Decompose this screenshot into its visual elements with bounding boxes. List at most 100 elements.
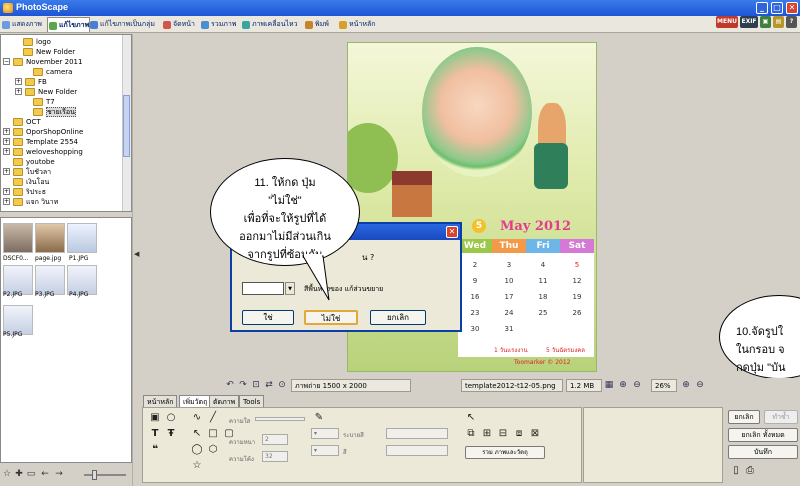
flip-icon[interactable]: ⇄ <box>264 380 274 390</box>
star-shape-icon[interactable]: ☆ <box>191 460 203 472</box>
save-button[interactable]: บันทึก <box>728 445 798 459</box>
balloon-icon[interactable]: ○ <box>165 412 177 424</box>
layout-icon[interactable]: ▣ <box>760 16 771 28</box>
app-icon <box>3 3 13 13</box>
folder-icon <box>13 188 23 196</box>
tab-viewer[interactable]: แสดงภาพ <box>1 17 42 32</box>
border-color-dropdown[interactable]: ▾ <box>311 428 339 439</box>
rectangle-icon[interactable]: □ <box>207 428 219 440</box>
cancel-button[interactable]: ยกเลิก <box>370 310 426 325</box>
calendar-note: 5 วันฉัตรมงคล <box>546 347 585 354</box>
circle-icon[interactable]: ◯ <box>191 444 203 456</box>
help-icon[interactable]: ? <box>786 16 797 28</box>
fill-style-dropdown[interactable] <box>386 445 448 456</box>
tab-bottom-tools[interactable]: Tools <box>239 395 265 407</box>
bring-front-icon[interactable]: ⊞ <box>481 428 493 440</box>
color-dropdown-icon[interactable]: ▼ <box>285 282 295 295</box>
thumbnail[interactable] <box>35 223 65 253</box>
maximize-button[interactable]: □ <box>771 2 783 14</box>
new-file-icon[interactable]: ▯ <box>730 465 742 477</box>
tab-bottom-home[interactable]: หน้าหลัก <box>143 395 178 407</box>
merge-objects-button[interactable]: รวม ภาพและวัตถุ <box>465 446 545 459</box>
copy-object-icon[interactable]: ⧈ <box>513 428 525 440</box>
forward-arrow-icon[interactable]: → <box>54 469 64 479</box>
expander-icon[interactable]: + <box>15 78 22 85</box>
minimize-button[interactable]: _ <box>756 2 768 14</box>
photo-icon[interactable]: ▣ <box>149 412 161 424</box>
back-arrow-icon[interactable]: ← <box>40 469 50 479</box>
redo-button[interactable]: ทำซ้ำ <box>764 410 798 424</box>
line-icon[interactable]: ╱ <box>207 412 219 424</box>
lasso-icon[interactable]: ∿ <box>191 412 203 424</box>
thumbnail-size-slider[interactable] <box>84 474 126 476</box>
tab-bottom-object[interactable]: เพิ่มวัตถุ <box>179 395 212 407</box>
close-button[interactable]: ✕ <box>786 2 798 14</box>
dialog-close-button[interactable]: ✕ <box>446 226 458 238</box>
thumbnail[interactable] <box>67 223 97 253</box>
layer-icon[interactable]: ⧉ <box>465 428 477 440</box>
exif-button[interactable]: EXIF <box>740 16 758 28</box>
thumbnail-label: P5.JPG <box>3 331 23 338</box>
expander-icon[interactable]: + <box>3 198 10 205</box>
star-icon[interactable]: ☆ <box>2 469 12 479</box>
expander-icon[interactable]: + <box>3 188 10 195</box>
send-back-icon[interactable]: ⊟ <box>497 428 509 440</box>
expander-icon[interactable]: + <box>15 88 22 95</box>
folder-label: logo <box>36 38 51 46</box>
cursor-tool-icon[interactable]: ↖ <box>191 428 203 440</box>
polygon-icon[interactable]: ⬡ <box>207 444 219 456</box>
callout-bubble-step11: 11. ให้กด ปุ่ม "ไม่ใช่" เพื่อที่จะให้รูป… <box>210 158 360 266</box>
tab-print[interactable]: พิมพ์ <box>304 17 329 32</box>
rotate-right-icon[interactable]: ↷ <box>238 380 248 390</box>
zoom-fit-icon[interactable]: ⊕ <box>618 380 628 390</box>
thumbnail-label: DSCF0... <box>3 255 29 262</box>
undo-button[interactable]: ยกเลิก <box>728 410 760 424</box>
text-icon[interactable]: T <box>149 428 161 440</box>
menu-button[interactable]: MENU <box>716 16 738 28</box>
border-style-dropdown[interactable] <box>386 428 448 439</box>
tree-scrollbar[interactable] <box>122 35 131 211</box>
zoom-out-icon[interactable]: ⊖ <box>695 380 705 390</box>
fill-color-dropdown[interactable]: ▾ <box>311 445 339 456</box>
calendar-day-cell: 3 <box>506 261 512 269</box>
expander-icon[interactable]: − <box>3 58 10 65</box>
delete-object-icon[interactable]: ⊠ <box>529 428 541 440</box>
tab-batch-editor[interactable]: แก้ไขภาพเป็นกลุ่ม <box>89 17 155 32</box>
history-icon[interactable]: ⊙ <box>277 380 287 390</box>
add-favorite-icon[interactable]: ✚ <box>14 469 24 479</box>
select-cursor-icon[interactable]: ↖ <box>465 412 477 424</box>
tab-editor[interactable]: แก้ไขภาพ <box>47 17 91 32</box>
eyedropper-icon[interactable]: ✎ <box>313 412 325 424</box>
big-text-icon[interactable]: Ŧ <box>165 428 177 440</box>
zoom-actual-icon[interactable]: ⊖ <box>632 380 642 390</box>
slider-knob[interactable] <box>92 470 97 480</box>
folder-open-icon[interactable]: ▭ <box>26 469 36 479</box>
print-small-icon[interactable]: ⎙ <box>744 465 756 477</box>
tab-combine[interactable]: รวมภาพ <box>200 17 236 32</box>
expander-icon[interactable]: + <box>3 148 10 155</box>
transparency-slider[interactable] <box>255 417 305 421</box>
tab-animated-gif[interactable]: ภาพเคลื่อนไหว <box>241 17 298 32</box>
undo-all-button[interactable]: ยกเลิก ทั้งหมด <box>728 428 798 442</box>
fit-icon[interactable]: ▦ <box>604 380 614 390</box>
no-button[interactable]: ไม่ใช่ <box>304 310 358 325</box>
crop-icon[interactable]: ⊡ <box>251 380 261 390</box>
thickness-input[interactable]: 2 <box>262 434 288 445</box>
tab-page[interactable]: จัดหน้า <box>162 17 195 32</box>
zoom-in-icon[interactable]: ⊕ <box>681 380 691 390</box>
expander-icon[interactable]: + <box>3 128 10 135</box>
panel-collapse-bar[interactable]: ◀ <box>132 34 141 486</box>
quote-icon[interactable]: ❝ <box>149 444 161 456</box>
expander-icon[interactable]: + <box>3 168 10 175</box>
roundness-input[interactable]: 32 <box>262 451 288 462</box>
yes-button[interactable]: ใช่ <box>242 310 294 325</box>
rotate-left-icon[interactable]: ↶ <box>225 380 235 390</box>
folder-icon[interactable]: ▤ <box>773 16 784 28</box>
thumbnail[interactable] <box>3 223 33 253</box>
background-color-swatch[interactable] <box>242 282 284 295</box>
tree-scroll-thumb[interactable] <box>123 95 130 157</box>
tab-home[interactable]: หน้าหลัก <box>338 17 375 32</box>
transparency-label: ความใส <box>229 418 251 425</box>
tab-bottom-crop[interactable]: ตัดภาพ <box>209 395 240 407</box>
expander-icon[interactable]: + <box>3 138 10 145</box>
